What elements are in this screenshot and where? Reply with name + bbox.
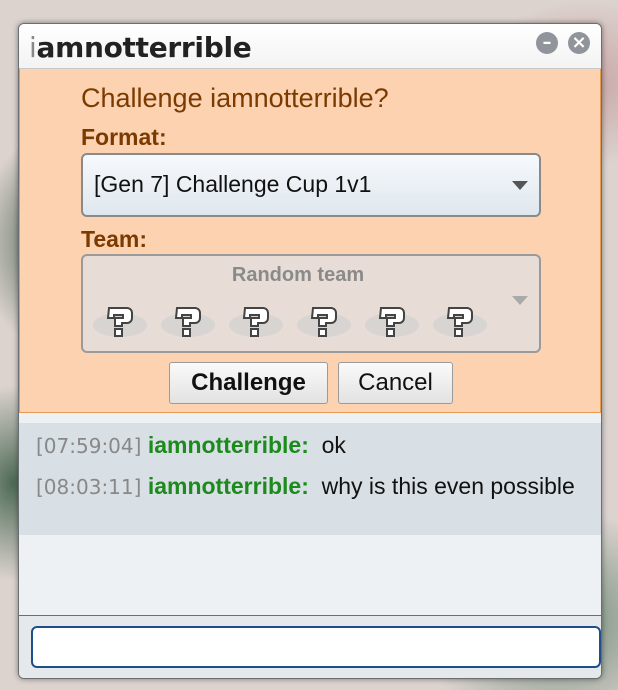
titlebar: iamnotterrible – × — [19, 24, 601, 69]
unknown-pokemon-icon — [159, 300, 217, 340]
minimize-icon[interactable]: – — [536, 32, 558, 54]
team-label: Team: — [81, 226, 148, 252]
chevron-down-icon — [512, 296, 528, 305]
challenge-button[interactable]: Challenge — [169, 362, 328, 404]
challenge-heading: Challenge iamnotterrible? — [81, 83, 389, 113]
window-title: iamnotterrible — [29, 31, 252, 64]
chat-input[interactable] — [31, 626, 601, 668]
unknown-pokemon-icon — [295, 300, 353, 340]
message-timestamp: [08:03:11] — [36, 475, 142, 499]
close-icon[interactable]: × — [568, 32, 590, 54]
title-username: amnotterrible — [36, 31, 252, 64]
chat-log: [07:59:04] iamnotterrible: ok [08:03:11]… — [19, 423, 601, 535]
team-value: Random team — [231, 264, 365, 286]
unknown-pokemon-icon — [431, 300, 489, 340]
challenge-panel: Challenge iamnotterrible? Format: [Gen 7… — [19, 69, 601, 413]
format-value: [Gen 7] Challenge Cup 1v1 — [94, 171, 372, 197]
chat-input-bar — [19, 615, 601, 678]
format-select[interactable]: [Gen 7] Challenge Cup 1v1 — [81, 153, 541, 217]
message-username[interactable]: iamnotterrible: — [148, 432, 309, 458]
unknown-pokemon-icon — [227, 300, 285, 340]
format-label: Format: — [81, 124, 167, 150]
chat-message: [08:03:11] iamnotterrible: why is this e… — [36, 471, 591, 502]
chevron-down-icon — [512, 181, 528, 190]
pm-window: iamnotterrible – × Challenge iamnotterri… — [18, 23, 602, 679]
message-timestamp: [07:59:04] — [36, 434, 142, 458]
cancel-button[interactable]: Cancel — [338, 362, 453, 404]
message-text: why is this even possible — [321, 473, 575, 499]
unknown-pokemon-icon — [91, 300, 149, 340]
team-select[interactable]: Random team — [81, 254, 541, 353]
message-username[interactable]: iamnotterrible: — [148, 473, 309, 499]
message-text: ok — [321, 432, 346, 458]
chat-message: [07:59:04] iamnotterrible: ok — [36, 430, 591, 461]
unknown-pokemon-icon — [363, 300, 421, 340]
